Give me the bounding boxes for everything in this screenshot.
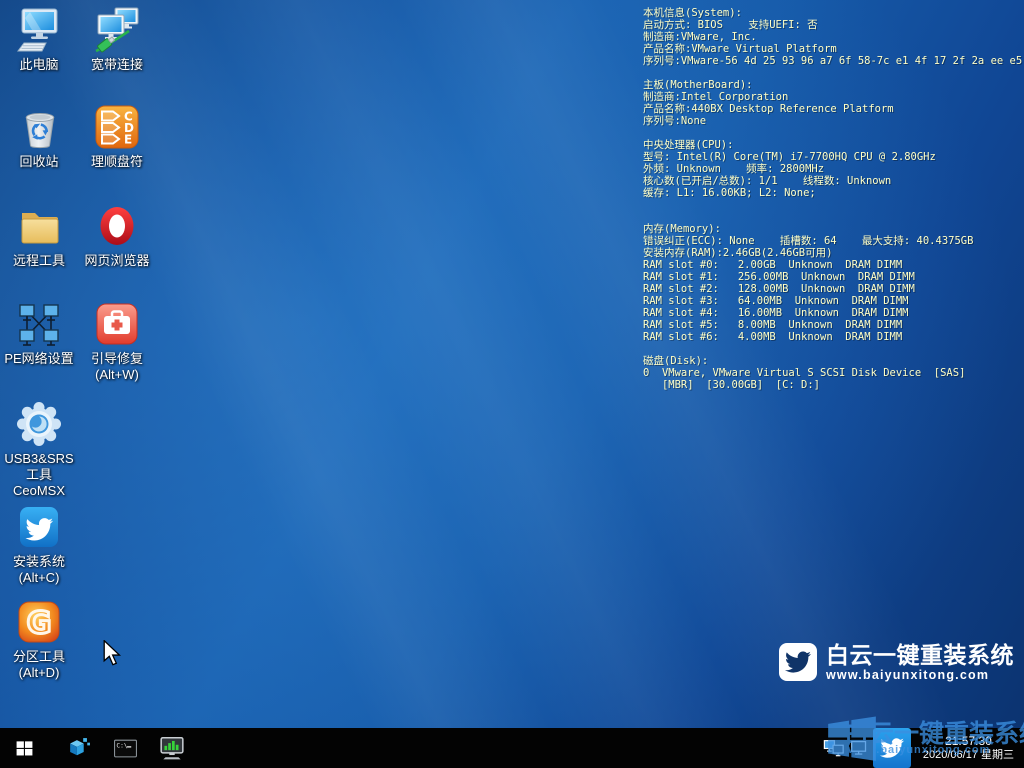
blue-cubes-icon — [66, 736, 91, 761]
desktop-icon-web-browser[interactable]: 网页浏览器 — [78, 202, 156, 269]
clock-time: 21:57:30 — [923, 734, 1014, 749]
desktop-icon-pe-network[interactable]: PE网络设置 — [0, 300, 78, 367]
desktop-icon-remote-tools[interactable]: 远程工具 — [0, 202, 78, 269]
taskbar-clock[interactable]: 21:57:30 2020/06/17 星期三 — [911, 734, 1024, 762]
icon-label: 引导修复(Alt+W) — [78, 351, 156, 383]
icon-label: 安装系统(Alt+C) — [0, 554, 78, 586]
brand-bird-icon — [779, 643, 817, 681]
icon-label: 回收站 — [0, 154, 78, 170]
desktop-icon-broadband[interactable]: 宽带连接 — [78, 6, 156, 73]
start-button[interactable] — [2, 728, 46, 768]
icon-label: 此电脑 — [0, 57, 78, 73]
icon-label: 网页浏览器 — [78, 253, 156, 269]
icon-label: USB3&SRS工具CeoMSX — [0, 451, 78, 499]
tray-brand-bird-icon[interactable] — [873, 728, 911, 768]
brand-title: 白云一键重装系统 — [826, 643, 1014, 667]
this-pc-icon — [15, 6, 63, 54]
desktop-icon-recycle-bin[interactable]: 回收站 — [0, 103, 78, 170]
mouse-cursor — [101, 640, 123, 666]
drive-letters-icon: C D E — [93, 103, 141, 151]
taskbar-registry-tool-button[interactable] — [56, 728, 100, 768]
broadband-icon — [93, 6, 141, 54]
svg-text:C:\: C:\ — [116, 742, 128, 749]
desktop-icon-usb3-srs[interactable]: USB3&SRS工具CeoMSX — [0, 400, 78, 499]
windows-logo-icon — [15, 739, 34, 758]
icon-label: 远程工具 — [0, 253, 78, 269]
install-system-bird-icon — [15, 503, 63, 551]
svg-text:G: G — [27, 606, 52, 641]
svg-text:E: E — [124, 133, 132, 147]
icon-label: 理顺盘符 — [78, 154, 156, 170]
boot-repair-icon — [93, 300, 141, 348]
brand-url: www.baiyunxitong.com — [826, 668, 1014, 682]
taskbar-cmd-button[interactable]: C:\ — [103, 728, 147, 768]
tray-network-icon[interactable] — [847, 728, 873, 768]
tray-display-switch-icon[interactable] — [821, 728, 847, 768]
icon-label: 分区工具(Alt+D) — [0, 649, 78, 681]
desktop-icon-install-system[interactable]: 安装系统(Alt+C) — [0, 503, 78, 586]
folder-icon — [15, 202, 63, 250]
desktop-icon-boot-repair[interactable]: 引导修复(Alt+W) — [78, 300, 156, 383]
desktop-icon-partition-tool[interactable]: G 分区工具(Alt+D) — [0, 598, 78, 681]
gear-flower-icon — [15, 400, 63, 448]
system-tray: 21:57:30 2020/06/17 星期三 — [821, 728, 1024, 768]
network-settings-icon — [15, 300, 63, 348]
taskbar: C:\ — [0, 728, 1024, 768]
partition-tool-icon: G — [15, 598, 63, 646]
opera-browser-icon — [93, 202, 141, 250]
desktop-icon-this-pc[interactable]: 此电脑 — [0, 6, 78, 73]
clock-date: 2020/06/17 星期三 — [923, 749, 1014, 762]
taskbar-task-manager-button[interactable] — [150, 728, 194, 768]
brand-logo: 白云一键重装系统 www.baiyunxitong.com — [779, 643, 1014, 682]
desktop-icon-drive-letters[interactable]: C D E 理顺盘符 — [78, 103, 156, 170]
icon-label: PE网络设置 — [0, 351, 78, 367]
desktop: 此电脑 回收站 远程工具 — [0, 0, 1024, 768]
system-info-text: 本机信息(System): 启动方式: BIOS 支持UEFI: 否 制造商:V… — [643, 7, 1024, 391]
command-prompt-icon: C:\ — [113, 736, 138, 761]
performance-monitor-icon — [159, 735, 185, 761]
recycle-bin-icon — [15, 103, 63, 151]
icon-label: 宽带连接 — [78, 57, 156, 73]
